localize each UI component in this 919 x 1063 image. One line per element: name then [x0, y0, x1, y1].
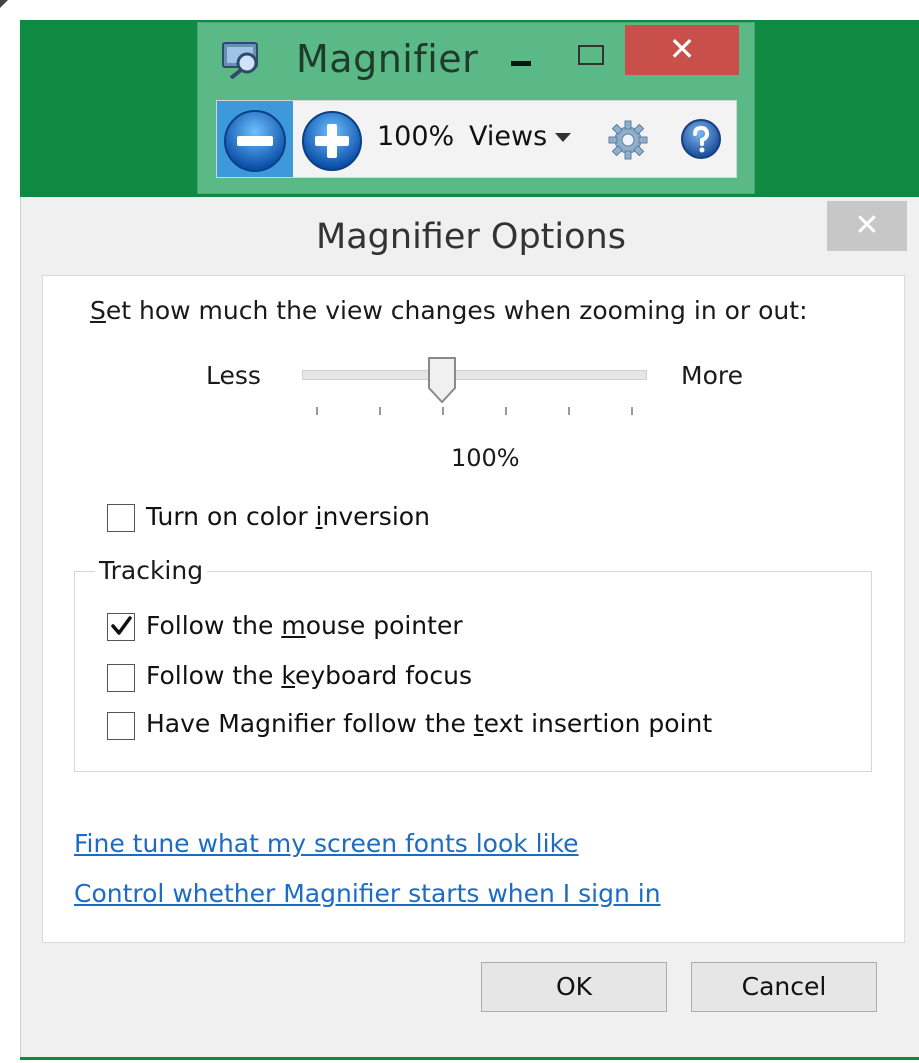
fine-tune-fonts-link[interactable]: Fine tune what my screen fonts look like	[74, 829, 579, 858]
slider-min-label: Less	[206, 361, 261, 390]
gear-icon	[608, 120, 648, 160]
label-text: ext insertion point	[483, 709, 713, 738]
accelerator-key: k	[281, 661, 295, 690]
maximize-icon	[578, 45, 604, 65]
settings-button[interactable]	[607, 119, 649, 161]
slider-tick	[442, 407, 444, 415]
magnifier-options-dialog: Magnifier Options ✕ Set how much the vie…	[20, 197, 919, 1057]
zoom-increment-slider-track[interactable]	[302, 370, 647, 380]
magnifier-sign-in-link[interactable]: Control whether Magnifier starts when I …	[74, 879, 661, 908]
label-text: Have Magnifier follow the	[146, 709, 474, 738]
magnifier-toolbar: 100% Views	[216, 100, 737, 178]
follow-text-insertion-label: Have Magnifier follow the text insertion…	[146, 709, 712, 738]
magnifier-title: Magnifier	[296, 37, 479, 81]
slider-tick	[631, 407, 633, 415]
slider-tick	[379, 407, 381, 415]
help-icon	[681, 119, 721, 159]
dialog-title: Magnifier Options	[316, 217, 626, 257]
accelerator-key: S	[90, 296, 106, 325]
follow-keyboard-label: Follow the keyboard focus	[146, 661, 472, 690]
label-text: Follow the	[146, 661, 282, 690]
accelerator-key: t	[473, 709, 484, 738]
magnifier-window: Magnifier ✕ 100% Views	[197, 22, 755, 194]
dialog-close-button[interactable]: ✕	[827, 201, 907, 251]
slider-value-label: 100%	[451, 444, 520, 472]
label-text: eyboard focus	[294, 661, 472, 690]
follow-mouse-label: Follow the mouse pointer	[146, 611, 463, 640]
label-text: nversion	[322, 502, 430, 531]
views-label: Views	[469, 121, 548, 152]
zoom-in-icon	[302, 111, 362, 171]
zoom-in-button[interactable]	[299, 105, 365, 173]
slider-tick	[316, 407, 318, 415]
slider-max-label: More	[681, 361, 743, 390]
magnifier-app-icon	[221, 41, 261, 80]
options-content-panel: Set how much the view changes when zoomi…	[42, 275, 905, 943]
follow-mouse-checkbox[interactable]	[107, 613, 135, 641]
cancel-button[interactable]: Cancel	[691, 962, 877, 1012]
accelerator-key: m	[281, 611, 306, 640]
maximize-button[interactable]	[568, 41, 612, 75]
ok-button[interactable]: OK	[481, 962, 667, 1012]
slider-tick	[505, 407, 507, 415]
accelerator-key: i	[315, 502, 323, 531]
checkmark-icon	[111, 616, 132, 635]
help-button[interactable]	[680, 118, 722, 160]
slider-tick	[568, 407, 570, 415]
slider-thumb[interactable]	[427, 356, 457, 404]
color-inversion-label: Turn on color inversion	[146, 502, 430, 531]
label-text: Follow the	[146, 611, 282, 640]
zoom-increment-prompt: Set how much the view changes when zoomi…	[90, 296, 808, 325]
minimize-icon	[511, 61, 531, 66]
minimize-button[interactable]	[501, 41, 541, 75]
zoom-level-text: 100%	[377, 121, 455, 152]
follow-keyboard-checkbox[interactable]	[107, 664, 135, 692]
color-inversion-checkbox[interactable]	[107, 504, 135, 532]
label-text: ouse pointer	[305, 611, 463, 640]
views-dropdown[interactable]: Views	[469, 121, 572, 152]
magnifier-close-button[interactable]: ✕	[625, 25, 739, 75]
corner-mark	[0, 0, 8, 8]
follow-text-insertion-checkbox[interactable]	[107, 712, 135, 740]
zoom-out-icon	[224, 110, 286, 172]
zoom-out-button[interactable]	[217, 101, 293, 177]
tracking-legend: Tracking	[95, 556, 208, 585]
chevron-down-icon	[555, 133, 572, 142]
label-text: Turn on color	[146, 502, 316, 531]
zoom-prompt-text: et how much the view changes when zoomin…	[105, 296, 808, 325]
